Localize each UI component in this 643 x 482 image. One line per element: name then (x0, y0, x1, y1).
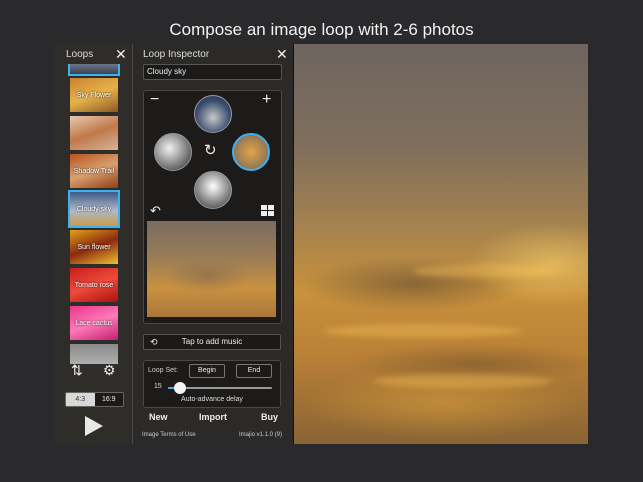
headline: Compose an image loop with 2-6 photos (169, 20, 474, 39)
photo-top[interactable] (194, 95, 232, 133)
close-icon[interactable]: ✕ (276, 46, 288, 63)
loop-thumbnail[interactable] (68, 64, 120, 76)
delay-slider-knob[interactable] (174, 382, 187, 394)
aspect-ratio-toggle: 4:3 16:9 (65, 392, 124, 407)
loops-title: Loops (66, 49, 94, 60)
loop-icon: ⟲ (150, 337, 158, 347)
cloud-highlight (413, 264, 563, 278)
loop-preview[interactable] (147, 221, 276, 317)
loop-thumbnail-label: Lace cactus (75, 319, 113, 327)
loop-thumbnail[interactable]: Sun flower (70, 230, 118, 264)
cloud-highlight (323, 324, 523, 338)
loops-panel: Loops ✕ Sky Flower Shadow Trail Cloudy sky… (55, 44, 133, 444)
end-button[interactable]: End (236, 364, 272, 378)
ratio-option-16-9[interactable]: 16:9 (95, 393, 124, 406)
loop-thumbnail[interactable]: Lace cactus (70, 306, 118, 340)
loop-thumbnail-label: Tomato rose (74, 281, 114, 289)
loop-thumbnail-label: Shadow Trail (73, 167, 115, 175)
close-icon[interactable]: ✕ (115, 46, 127, 63)
loop-thumbnail-label: Sun flower (77, 243, 111, 251)
loop-thumbnail[interactable]: Cloudy sky (68, 190, 120, 228)
photo-right[interactable] (232, 133, 270, 171)
loop-list: Sky Flower Shadow Trail Cloudy sky Sun flow… (68, 64, 120, 364)
new-button[interactable]: New (149, 412, 168, 422)
rotate-icon[interactable]: ↻ (204, 141, 217, 159)
version-label: Imajio v1.1.0 (9) (239, 432, 283, 438)
loop-inspector-panel: Loop Inspector ✕ Cloudy sky − + ↻ ↶ ⟲ Ta… (133, 44, 294, 444)
loop-thumbnail[interactable]: Tomato rose (70, 268, 118, 302)
add-music-label: Tap to add music (181, 337, 243, 346)
import-button[interactable]: Import (199, 412, 227, 422)
delay-slider[interactable] (168, 382, 272, 394)
photo-bottom[interactable] (194, 171, 232, 209)
loop-thumbnail[interactable]: Shadow Trail (70, 154, 118, 188)
loop-thumbnail[interactable] (70, 344, 118, 364)
minus-icon[interactable]: − (150, 91, 159, 109)
cloud-highlight (373, 374, 553, 388)
ratio-option-4-3[interactable]: 4:3 (66, 393, 95, 406)
delay-caption: Auto-advance delay (181, 396, 243, 403)
photo-left[interactable] (154, 133, 192, 171)
loop-set-label: Loop Set: (148, 367, 178, 374)
image-terms-link[interactable]: Image Terms of Use (142, 432, 196, 438)
photo-editor: − + ↻ ↶ (143, 90, 282, 324)
delay-value: 15 (154, 383, 162, 390)
add-music-button[interactable]: ⟲ Tap to add music (143, 334, 281, 350)
loop-thumbnail[interactable]: Sky Flower (70, 78, 118, 112)
loop-set-box: Loop Set: Begin End 15 Auto-advance dela… (143, 360, 281, 408)
loops-toolbar: ⇅ ⚙ (69, 362, 119, 380)
plus-icon[interactable]: + (262, 91, 271, 109)
grid-icon[interactable] (261, 203, 274, 221)
loop-thumbnail-label: Sky Flower (76, 91, 112, 99)
inspector-title: Loop Inspector (143, 49, 210, 60)
loop-photo-viewer[interactable] (293, 44, 588, 444)
loop-thumbnail-label: Cloudy sky (76, 205, 112, 213)
buy-button[interactable]: Buy (261, 412, 278, 422)
play-icon[interactable] (85, 416, 103, 436)
gear-icon[interactable]: ⚙ (103, 362, 116, 379)
loop-thumbnail[interactable] (70, 116, 118, 150)
undo-icon[interactable]: ↶ (150, 203, 161, 219)
app-window: Loops ✕ Sky Flower Shadow Trail Cloudy sky… (55, 44, 588, 444)
loop-name-field[interactable]: Cloudy sky (143, 64, 282, 80)
swap-arrows-icon[interactable]: ⇅ (71, 362, 83, 379)
begin-button[interactable]: Begin (189, 364, 225, 378)
